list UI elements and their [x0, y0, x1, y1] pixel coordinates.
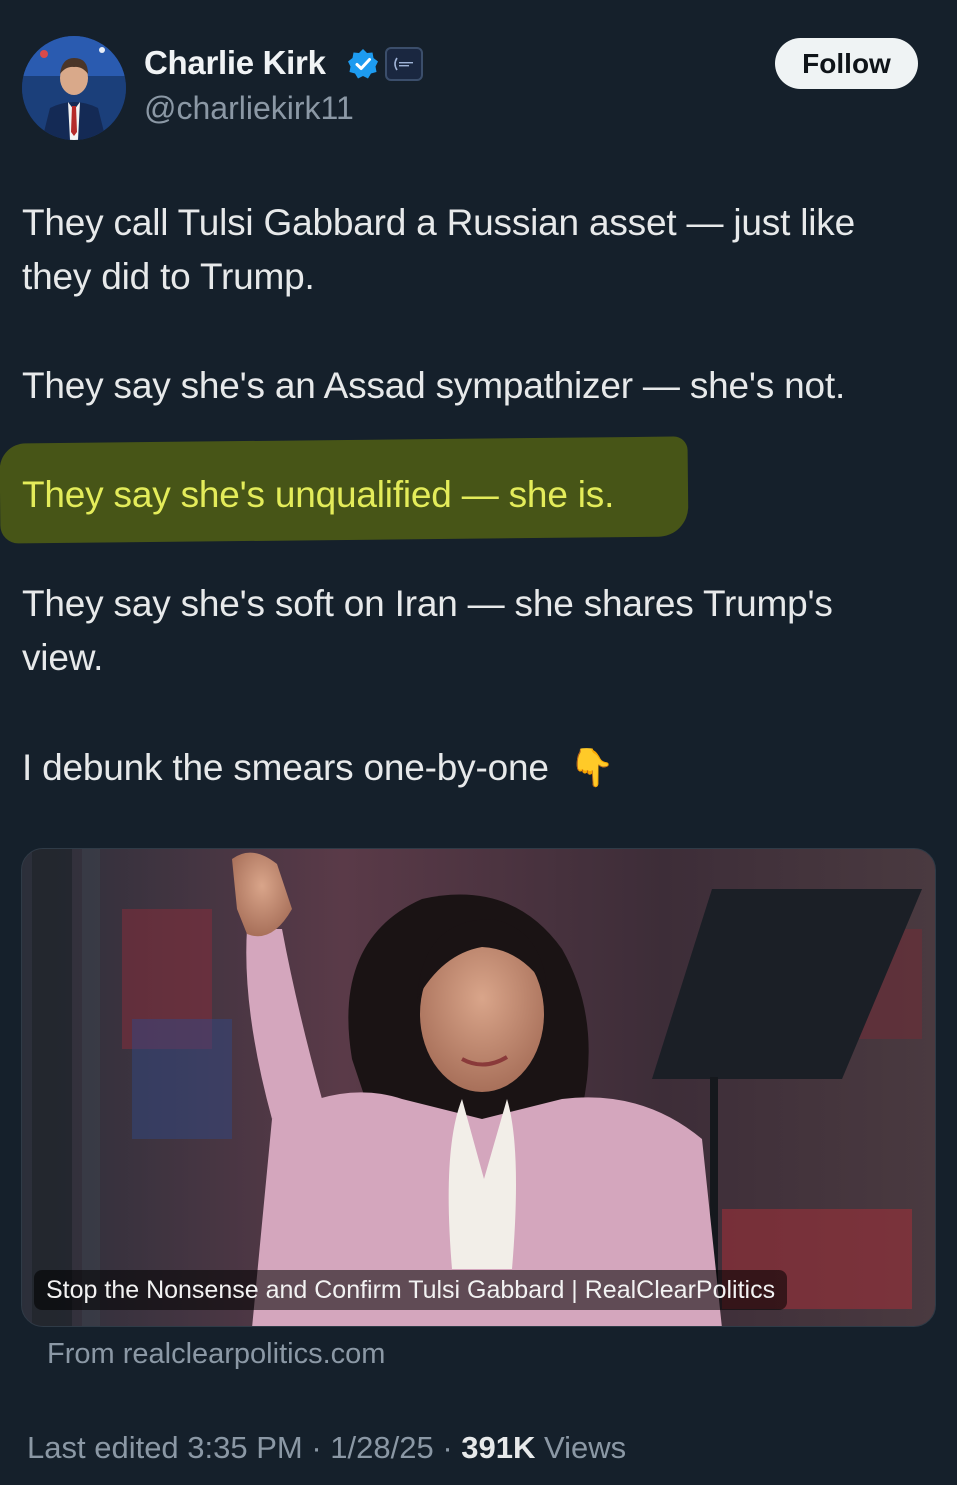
views-label: Views — [535, 1430, 627, 1465]
tweet-meta: Last edited 3:35 PM · 1/28/25 · 391K Vie… — [27, 1430, 626, 1466]
verified-badge-icon — [348, 49, 378, 79]
follow-button[interactable]: Follow — [775, 38, 918, 89]
tweet-line-last: I debunk the smears one-by-one 👇 — [22, 741, 615, 795]
tweet-line-highlighted: They say she's unqualified — she is. — [22, 474, 615, 515]
tweet-line: view. — [22, 637, 104, 678]
avatar[interactable] — [22, 36, 126, 140]
tweet-line: I debunk the smears one-by-one — [22, 747, 549, 788]
display-name[interactable]: Charlie Kirk — [144, 44, 326, 82]
link-card-source[interactable]: From realclearpolitics.com — [47, 1338, 385, 1371]
edited-timestamp[interactable]: Last edited 3:35 PM · 1/28/25 · — [27, 1430, 461, 1465]
handle[interactable]: @charliekirk11 — [144, 90, 354, 127]
tweet-header: Charlie Kirk @charliekirk11 Follow — [0, 0, 957, 150]
tweet-line: They call Tulsi Gabbard a Russian asset … — [22, 202, 855, 243]
views-count: 391K — [461, 1430, 536, 1465]
link-card-caption[interactable]: Stop the Nonsense and Confirm Tulsi Gabb… — [34, 1270, 788, 1310]
tweet-line: They say she's soft on Iran — she shares… — [22, 583, 833, 624]
link-card-image[interactable] — [21, 848, 936, 1327]
pointing-down-icon: 👇 — [568, 747, 615, 788]
tweet-line: they did to Trump. — [22, 256, 315, 297]
tweet-line: They say she's an Assad sympathizer — sh… — [22, 365, 846, 406]
affiliation-badge-icon[interactable] — [385, 47, 423, 81]
